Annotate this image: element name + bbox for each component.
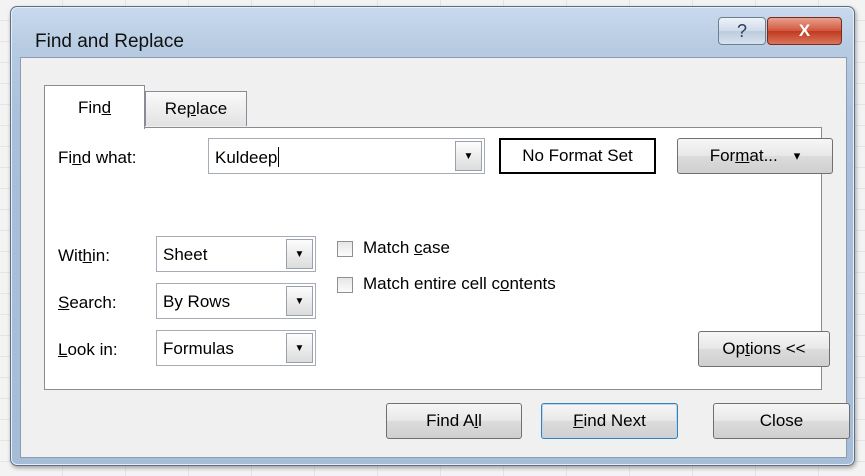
match-case-checkbox[interactable] [337, 241, 353, 257]
tab-find-label: Find [77, 97, 112, 117]
within-dropdown-arrow[interactable]: ▼ [286, 239, 313, 269]
find-next-label: Find Next [573, 411, 646, 430]
search-dropdown-arrow[interactable]: ▼ [286, 286, 313, 316]
tab-find[interactable]: Find [44, 85, 145, 129]
look-in-value: Formulas [163, 339, 234, 358]
close-button-label: Close [759, 411, 804, 430]
format-button-label: Format... [709, 146, 778, 165]
options-button[interactable]: Options << [698, 331, 830, 367]
search-select[interactable]: By Rows ▼ [156, 283, 316, 319]
close-window-button[interactable]: X [767, 17, 842, 45]
chevron-down-icon: ▼ [294, 342, 305, 354]
search-label: Search: [58, 293, 117, 312]
chevron-down-icon: ▼ [463, 150, 474, 162]
look-in-label: Look in: [58, 340, 118, 359]
tab-replace[interactable]: Replace [145, 91, 247, 126]
find-what-input[interactable]: Kuldeep [215, 147, 280, 168]
within-select[interactable]: Sheet ▼ [156, 236, 316, 272]
close-icon: X [798, 21, 811, 40]
find-replace-dialog: Find and Replace ? X Replace Find Find w… [10, 6, 855, 466]
find-what-combobox[interactable]: Kuldeep ▼ [208, 138, 485, 174]
look-in-select[interactable]: Formulas ▼ [156, 330, 316, 366]
chevron-down-icon: ▾ [793, 148, 801, 163]
find-all-button[interactable]: Find All [386, 403, 522, 439]
chevron-down-icon: ▼ [294, 295, 305, 307]
dialog-body: Replace Find Find what: Kuldeep ▼ No For… [20, 57, 850, 458]
find-next-button[interactable]: Find Next [541, 403, 678, 439]
help-icon: ? [736, 20, 747, 41]
format-button[interactable]: Format... ▾ [677, 138, 833, 174]
within-value: Sheet [163, 245, 208, 264]
find-all-label: Find All [426, 411, 482, 430]
format-preview: No Format Set [499, 138, 656, 174]
help-button[interactable]: ? [718, 17, 766, 45]
look-in-dropdown-arrow[interactable]: ▼ [286, 333, 313, 363]
tab-replace-label: Replace [164, 99, 228, 118]
match-entire-cell-label[interactable]: Match entire cell contents [363, 274, 556, 294]
find-what-dropdown-arrow[interactable]: ▼ [455, 141, 482, 171]
options-button-label: Options << [722, 339, 806, 358]
within-label: Within: [58, 246, 110, 265]
search-value: By Rows [163, 292, 231, 311]
close-button[interactable]: Close [713, 403, 850, 439]
chevron-down-icon: ▼ [294, 248, 305, 260]
find-what-label: Find what: [58, 148, 137, 167]
match-entire-cell-checkbox[interactable] [337, 277, 353, 293]
match-case-label[interactable]: Match case [363, 238, 450, 258]
dialog-title: Find and Replace [35, 31, 184, 52]
